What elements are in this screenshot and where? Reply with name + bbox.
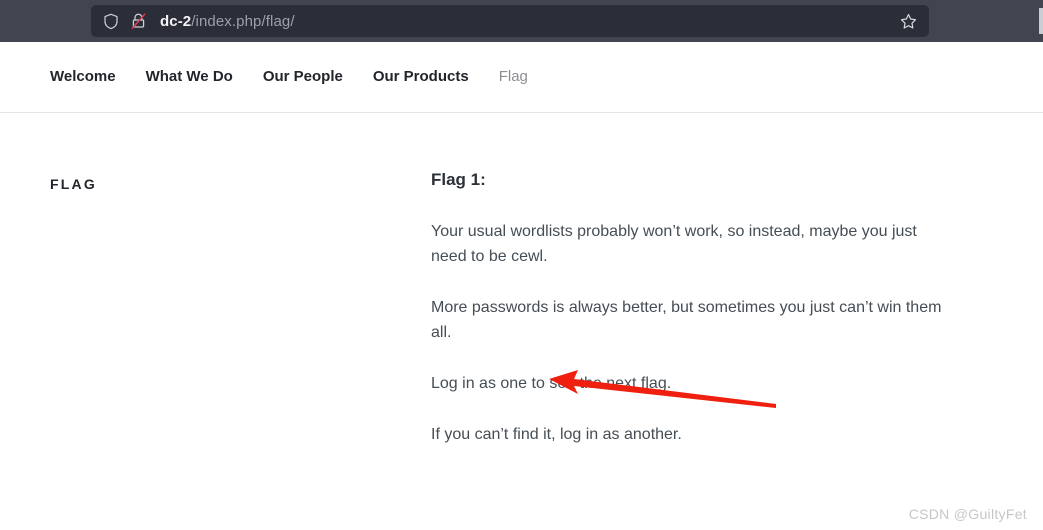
primary-navigation: Welcome What We Do Our People Our Produc… <box>50 68 528 85</box>
article-paragraph-4: If you can’t find it, log in as another. <box>431 426 682 443</box>
article-paragraph-1: Your usual wordlists probably won’t work… <box>431 223 917 265</box>
page-content: FLAG Flag 1: Your usual wordlists probab… <box>0 113 1043 530</box>
nav-item-welcome[interactable]: Welcome <box>50 68 116 85</box>
article-paragraph-3: Log in as one to see the next flag. <box>431 375 672 392</box>
url-path: /index.php/flag/ <box>191 12 295 30</box>
article-paragraph-2: More passwords is always better, but som… <box>431 299 942 341</box>
window-right-edge <box>1039 8 1043 34</box>
star-icon[interactable] <box>895 9 921 33</box>
url-host: dc-2 <box>160 12 192 30</box>
article-heading: Flag 1: <box>431 170 486 189</box>
flag-article: Flag 1: Your usual wordlists probably wo… <box>431 168 946 447</box>
address-bar[interactable]: dc-2/index.php/flag/ <box>91 5 929 37</box>
nav-item-our-people[interactable]: Our People <box>263 68 343 85</box>
site-header: Welcome What We Do Our People Our Produc… <box>0 42 1043 113</box>
nav-item-flag[interactable]: Flag <box>499 68 528 85</box>
nav-item-what-we-do[interactable]: What We Do <box>146 68 233 85</box>
page-title: FLAG <box>50 176 97 192</box>
browser-toolbar: dc-2/index.php/flag/ <box>0 0 1043 42</box>
lock-crossed-out-icon[interactable] <box>125 8 151 34</box>
url-text[interactable]: dc-2/index.php/flag/ <box>160 13 295 30</box>
shield-icon[interactable] <box>98 8 124 34</box>
nav-item-our-products[interactable]: Our Products <box>373 68 469 85</box>
watermark: CSDN @GuiltyFet <box>908 506 1027 522</box>
